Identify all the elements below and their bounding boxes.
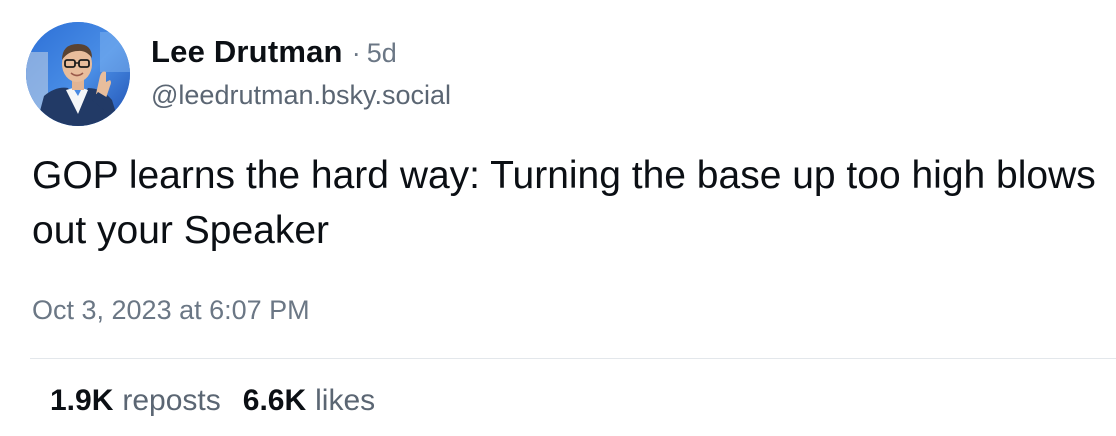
meta-separator: ·	[351, 38, 361, 68]
likes-count: 6.6K	[242, 384, 307, 417]
divider	[30, 358, 1116, 359]
likes-label: likes	[315, 384, 376, 417]
author-display-name[interactable]: Lee Drutman	[151, 34, 343, 70]
user-avatar-photo-icon	[26, 22, 130, 126]
likes-stat[interactable]: 6.6K likes	[243, 384, 375, 418]
reposts-stat[interactable]: 1.9K reposts	[50, 384, 221, 418]
post-detail: Lee Drutman · 5d @leedrutman.bsky.social…	[0, 0, 1116, 436]
post-stats: 1.9K reposts 6.6K likes	[50, 384, 375, 418]
post-text: GOP learns the hard way: Turning the bas…	[32, 154, 1096, 252]
post-age: 5d	[366, 38, 397, 68]
post-header: Lee Drutman · 5d @leedrutman.bsky.social	[151, 34, 451, 114]
reposts-count: 1.9K	[50, 384, 114, 417]
reposts-label: reposts	[122, 384, 221, 417]
author-handle[interactable]: @leedrutman.bsky.social	[151, 80, 451, 111]
author-name-row: Lee Drutman · 5d	[151, 34, 451, 70]
post-timestamp[interactable]: Oct 3, 2023 at 6:07 PM	[32, 295, 310, 326]
author-avatar[interactable]	[26, 22, 130, 126]
